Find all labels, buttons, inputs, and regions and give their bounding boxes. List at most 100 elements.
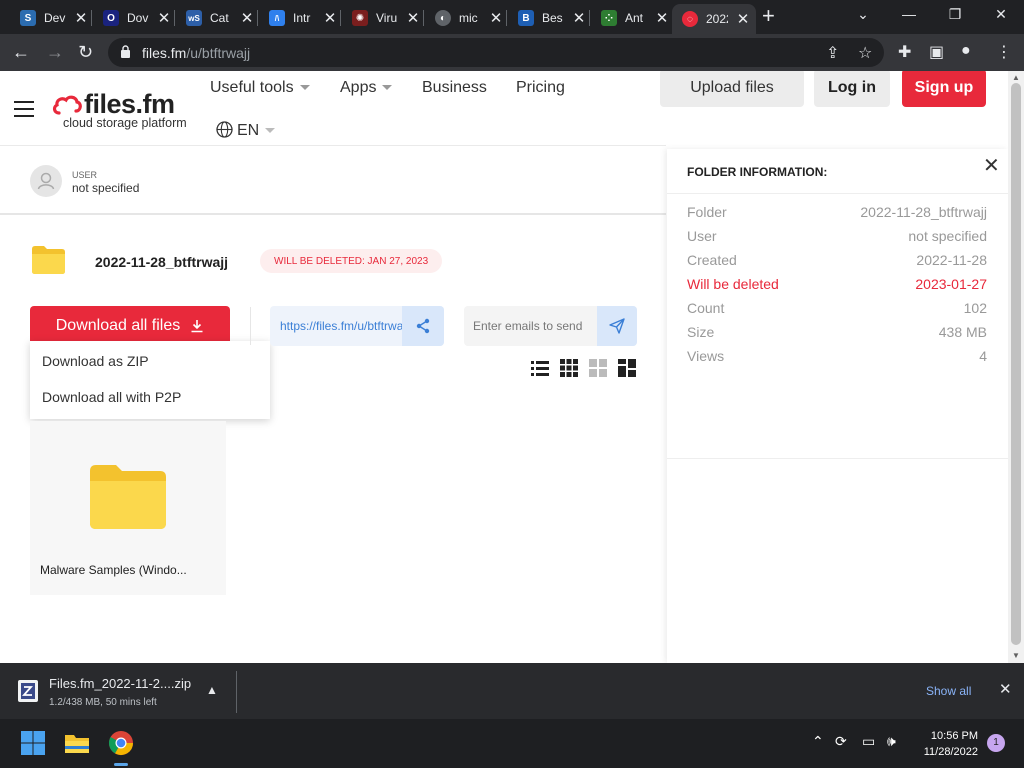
- notification-badge[interactable]: 1: [987, 734, 1005, 752]
- back-icon[interactable]: ←: [12, 42, 30, 63]
- info-row-folder: Folder 2022-11-28_btftrwajj: [687, 204, 987, 224]
- browser-tab[interactable]: O Dov ✕: [93, 4, 171, 32]
- tab-search-icon[interactable]: ⌄: [840, 6, 886, 23]
- windows-start-icon[interactable]: [19, 729, 47, 757]
- profile-icon[interactable]: ●: [961, 42, 971, 60]
- share-button[interactable]: [402, 306, 444, 346]
- tab-favicon-icon: S: [20, 10, 36, 26]
- browser-tab[interactable]: /\ Intr ✕: [259, 4, 337, 32]
- new-tab-icon[interactable]: +: [762, 3, 775, 29]
- tab-close-icon[interactable]: ✕: [736, 10, 750, 28]
- scroll-up-icon[interactable]: ▲: [1012, 73, 1020, 82]
- nav-useful-tools[interactable]: Useful tools: [210, 79, 310, 97]
- info-value: 102: [963, 300, 987, 316]
- tab-divider: [589, 10, 590, 26]
- close-icon[interactable]: ✕: [999, 680, 1012, 698]
- restore-icon[interactable]: ❐: [932, 6, 978, 23]
- mosaic-view-icon[interactable]: [617, 358, 637, 378]
- close-icon[interactable]: ✕: [983, 153, 1000, 178]
- grid-view-icon[interactable]: [559, 358, 579, 378]
- share-page-icon[interactable]: ⇪: [826, 43, 839, 63]
- tab-close-icon[interactable]: ✕: [323, 9, 337, 27]
- download-filename[interactable]: Files.fm_2022-11-2....zip: [49, 676, 191, 691]
- close-window-icon[interactable]: ✕: [978, 6, 1024, 23]
- file-card[interactable]: Malware Samples (Windo...: [30, 421, 226, 595]
- browser-tab-active[interactable]: ◌ 2022 ✕: [672, 4, 756, 34]
- chrome-icon[interactable]: [107, 729, 135, 757]
- browser-tab[interactable]: ◐ mic ✕: [425, 4, 503, 32]
- signup-button[interactable]: Sign up: [902, 71, 986, 107]
- download-all-button[interactable]: Download all files: [30, 306, 230, 346]
- nav-apps[interactable]: Apps: [340, 79, 393, 97]
- display-icon[interactable]: ▭: [862, 733, 875, 750]
- info-value: 2022-11-28_btftrwajj: [860, 204, 987, 220]
- download-zip-option[interactable]: Download as ZIP: [42, 353, 149, 369]
- tab-close-icon[interactable]: ✕: [489, 9, 503, 27]
- tab-close-icon[interactable]: ✕: [157, 9, 171, 27]
- info-value: 2022-11-28: [916, 252, 987, 268]
- hamburger-menu-icon[interactable]: [14, 101, 34, 122]
- login-button[interactable]: Log in: [814, 71, 890, 107]
- tab-close-icon[interactable]: ✕: [74, 9, 88, 27]
- clock-date: 11/28/2022: [923, 746, 978, 758]
- address-bar[interactable]: files.fm/u/btftrwajj ⇪ ☆: [108, 38, 884, 67]
- nav-pricing[interactable]: Pricing: [516, 79, 565, 97]
- tab-divider: [506, 10, 507, 26]
- extensions-icon[interactable]: ✚: [898, 42, 911, 62]
- chrome-menu-icon[interactable]: ⋮: [996, 42, 1012, 62]
- bookmark-star-icon[interactable]: ☆: [858, 43, 872, 63]
- info-key: User: [687, 228, 717, 244]
- browser-toolbar: ← → ↻ files.fm/u/btftrwajj ⇪ ☆ ✚ ▣ ● ⋮: [0, 34, 1024, 71]
- tab-close-icon[interactable]: ✕: [655, 9, 669, 27]
- browser-tab[interactable]: ⁘ Ant ✕: [591, 4, 669, 32]
- tab-title: Cat: [210, 11, 229, 25]
- tab-favicon-icon: ◐: [435, 10, 451, 26]
- volume-icon[interactable]: 🕪: [887, 733, 896, 750]
- tray-overflow-icon[interactable]: ⌃: [812, 733, 824, 750]
- tab-favicon-icon: O: [103, 10, 119, 26]
- info-key: Count: [687, 300, 725, 316]
- share-url[interactable]: https://files.fm/u/btftrwajj: [280, 319, 402, 333]
- share-link-box[interactable]: https://files.fm/u/btftrwajj: [270, 306, 444, 346]
- file-explorer-icon[interactable]: [63, 729, 91, 757]
- browser-tab[interactable]: ✺ Viru ✕: [342, 4, 420, 32]
- browser-tab[interactable]: B Bes ✕: [508, 4, 586, 32]
- reload-icon[interactable]: ↻: [78, 42, 93, 63]
- large-grid-view-icon[interactable]: [588, 358, 608, 378]
- tab-close-icon[interactable]: ✕: [406, 9, 420, 27]
- files-fm-logo[interactable]: files.fm cloud storage platform: [52, 89, 187, 130]
- scrollbar-thumb[interactable]: [1011, 83, 1021, 645]
- download-icon: [191, 320, 203, 333]
- sync-icon[interactable]: ⟳: [835, 733, 847, 750]
- folder-name: 2022-11-28_btftrwajj: [95, 254, 229, 270]
- browser-tab[interactable]: S Dev ✕: [10, 4, 88, 32]
- chevron-up-icon[interactable]: ▲: [206, 683, 218, 697]
- scroll-down-icon[interactable]: ▼: [1012, 651, 1020, 660]
- download-all-label: Download all files: [55, 317, 181, 334]
- tab-title: 2022: [706, 12, 728, 26]
- lock-icon: [121, 45, 130, 58]
- tab-close-icon[interactable]: ✕: [572, 9, 586, 27]
- file-name: Malware Samples (Windo...: [40, 563, 187, 577]
- minimize-icon[interactable]: —: [886, 6, 932, 22]
- forward-icon[interactable]: →: [46, 42, 64, 63]
- clock[interactable]: 10:56 PM 11/28/2022: [918, 728, 978, 760]
- nav-business[interactable]: Business: [422, 79, 487, 97]
- email-input[interactable]: [464, 306, 597, 346]
- upload-files-button[interactable]: Upload files: [660, 71, 804, 107]
- download-p2p-option[interactable]: Download all with P2P: [42, 389, 181, 405]
- info-value: 438 MB: [938, 324, 987, 340]
- page-scrollbar[interactable]: ▲ ▼: [1008, 71, 1024, 663]
- folder-info-panel: FOLDER INFORMATION: ✕ Folder 2022-11-28_b…: [667, 149, 1008, 663]
- active-app-indicator: [114, 763, 128, 766]
- side-panel-icon[interactable]: ▣: [929, 42, 944, 62]
- chevron-down-icon: [382, 85, 393, 91]
- header-divider: [0, 145, 666, 146]
- show-all-link[interactable]: Show all: [926, 684, 971, 698]
- deletion-badge: WILL BE DELETED: JAN 27, 2023: [260, 249, 443, 273]
- browser-tab[interactable]: wS Cat ✕: [176, 4, 254, 32]
- tab-close-icon[interactable]: ✕: [240, 9, 254, 27]
- list-view-icon[interactable]: [530, 358, 550, 378]
- send-button[interactable]: [597, 306, 637, 346]
- language-selector[interactable]: EN: [216, 121, 276, 140]
